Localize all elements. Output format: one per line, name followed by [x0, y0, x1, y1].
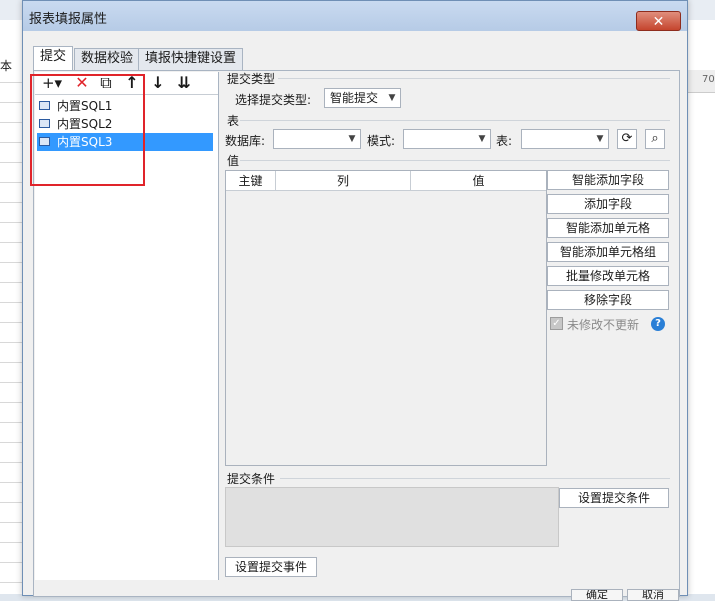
ok-button[interactable]: 确定 — [571, 589, 623, 601]
background-sheet-right: 70 — [685, 20, 715, 594]
database-label: 数据库: — [225, 134, 266, 148]
chevron-down-icon: ▼ — [478, 134, 486, 144]
divider — [240, 120, 670, 121]
tab-submit[interactable]: 提交 — [33, 46, 74, 70]
background-ruler: 70 — [685, 70, 715, 93]
highlight-annotation-box — [30, 74, 145, 186]
submit-type-section-label: 提交类型 — [227, 72, 276, 86]
divider — [278, 78, 670, 79]
schema-label: 模式: — [367, 134, 396, 148]
value-section-label: 值 — [227, 154, 240, 168]
smart-add-field-button[interactable]: 智能添加字段 — [547, 170, 669, 190]
batch-modify-cell-button[interactable]: 批量修改单元格 — [547, 266, 669, 286]
submit-type-label: 选择提交类型: — [235, 93, 312, 107]
database-select[interactable]: ▼ — [273, 129, 361, 149]
smart-add-cell-group-button[interactable]: 智能添加单元格组 — [547, 242, 669, 262]
submit-condition-display — [225, 487, 559, 547]
remove-field-button[interactable]: 移除字段 — [547, 290, 669, 310]
schema-select[interactable]: ▼ — [403, 129, 491, 149]
divider — [240, 160, 670, 161]
table-label: 表: — [496, 134, 513, 148]
condition-section-label: 提交条件 — [227, 472, 276, 486]
chevron-down-icon: ▼ — [348, 134, 356, 144]
table-select[interactable]: ▼ — [521, 129, 609, 149]
refresh-button[interactable]: ⟳ — [617, 129, 637, 149]
add-field-button[interactable]: 添加字段 — [547, 194, 669, 214]
dialog-title: 报表填报属性 — [29, 12, 108, 27]
close-button[interactable]: ✕ — [636, 11, 681, 31]
cancel-button[interactable]: 取消 — [627, 589, 679, 601]
column-header-primary-key[interactable]: 主键 — [226, 171, 276, 191]
column-header-column[interactable]: 列 — [276, 171, 411, 191]
submit-type-select[interactable]: 智能提交 ▼ — [324, 88, 401, 108]
table-section-label: 表 — [227, 114, 240, 128]
search-icon: ⌕ — [651, 131, 659, 146]
set-submit-condition-button[interactable]: 设置提交条件 — [559, 488, 669, 508]
help-icon[interactable]: ? — [651, 317, 665, 331]
tab-shortcut-settings[interactable]: 填报快捷键设置 — [138, 48, 244, 70]
value-mapping-table[interactable]: 主键 列 值 — [225, 170, 547, 466]
tab-data-validation[interactable]: 数据校验 — [74, 48, 141, 70]
smart-add-cell-button[interactable]: 智能添加单元格 — [547, 218, 669, 238]
column-header-value[interactable]: 值 — [411, 171, 546, 191]
preview-button[interactable]: ⌕ — [645, 129, 665, 149]
chevron-down-icon: ▼ — [388, 93, 396, 103]
move-bottom-icon[interactable]: ⇊ — [175, 72, 193, 94]
ruler-label: 70 — [702, 74, 715, 85]
no-update-checkbox[interactable]: ✓ — [550, 317, 563, 330]
no-update-label: 未修改不更新 — [567, 318, 640, 332]
divider — [280, 478, 670, 479]
dialog-titlebar[interactable]: 报表填报属性 ✕ — [23, 1, 687, 31]
background-side-label: 本 — [0, 59, 13, 73]
refresh-icon: ⟳ — [621, 131, 633, 146]
move-down-icon[interactable]: ↓ — [149, 72, 167, 94]
chevron-down-icon: ▼ — [596, 134, 604, 144]
submit-type-value: 智能提交 — [330, 91, 379, 105]
set-submit-event-button[interactable]: 设置提交事件 — [225, 557, 317, 577]
